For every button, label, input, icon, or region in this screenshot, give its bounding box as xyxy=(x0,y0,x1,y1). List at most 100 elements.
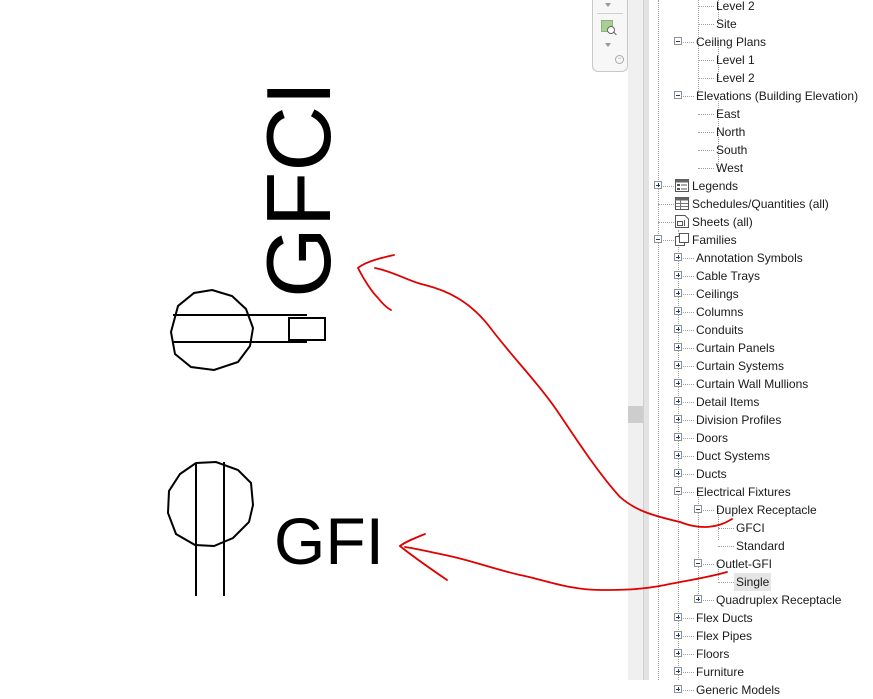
browser-item[interactable]: Quadruplex Receptacle xyxy=(649,591,873,609)
browser-item[interactable]: Level 1 xyxy=(649,51,873,69)
browser-item[interactable]: Floors xyxy=(649,645,873,663)
browser-item[interactable]: Cable Trays xyxy=(649,267,873,285)
tree-connector xyxy=(698,6,714,7)
browser-item[interactable]: Curtain Panels xyxy=(649,339,873,357)
scroll-down-arrow-icon[interactable] xyxy=(605,43,611,47)
collapse-icon[interactable] xyxy=(654,235,662,243)
expand-icon[interactable] xyxy=(674,667,682,675)
browser-item[interactable]: Duct Systems xyxy=(649,447,873,465)
expand-icon[interactable] xyxy=(674,685,682,693)
tree-connector xyxy=(683,474,694,475)
collapse-icon[interactable] xyxy=(694,505,702,513)
families-icon xyxy=(675,233,689,246)
browser-item[interactable]: Families xyxy=(649,231,873,249)
browser-item[interactable]: Curtain Wall Mullions xyxy=(649,375,873,393)
browser-item[interactable]: Outlet-GFI xyxy=(649,555,873,573)
browser-item[interactable]: Columns xyxy=(649,303,873,321)
browser-item[interactable]: North xyxy=(649,123,873,141)
browser-item[interactable]: Duplex Receptacle xyxy=(649,501,873,519)
tree-connector xyxy=(683,384,694,385)
browser-item[interactable]: Annotation Symbols xyxy=(649,249,873,267)
tree-connector xyxy=(683,690,694,691)
gfci-receptacle-circle[interactable] xyxy=(169,288,255,372)
browser-item[interactable]: Furniture xyxy=(649,663,873,681)
expand-icon[interactable] xyxy=(674,361,682,369)
browser-item[interactable]: Doors xyxy=(649,429,873,447)
scrollbar-thumb[interactable] xyxy=(628,406,643,423)
tree-connector xyxy=(683,492,694,493)
tree-connector xyxy=(683,636,694,637)
tree-connector xyxy=(698,132,714,133)
expand-icon[interactable] xyxy=(674,433,682,441)
expand-icon[interactable] xyxy=(694,595,702,603)
collapse-icon[interactable] xyxy=(674,91,682,99)
expand-icon[interactable] xyxy=(674,289,682,297)
minimize-icon[interactable]: − xyxy=(615,55,624,64)
browser-item[interactable]: Flex Pipes xyxy=(649,627,873,645)
expand-icon[interactable] xyxy=(674,379,682,387)
tree-connector xyxy=(683,618,694,619)
drawing-canvas[interactable]: GFCI GFI − xyxy=(0,0,628,680)
browser-item-label: Columns xyxy=(696,305,744,319)
magnifier-handle-icon xyxy=(613,31,617,36)
expand-icon[interactable] xyxy=(654,181,662,189)
tree-connector xyxy=(683,258,694,259)
browser-item[interactable]: Level 2 xyxy=(649,69,873,87)
browser-item[interactable]: Ducts xyxy=(649,465,873,483)
gfi-outlet-circle[interactable] xyxy=(166,460,255,548)
collapse-icon[interactable] xyxy=(694,559,702,567)
browser-item[interactable]: Generic Models xyxy=(649,681,873,699)
browser-item[interactable]: Standard xyxy=(649,537,873,555)
expand-icon[interactable] xyxy=(674,271,682,279)
browser-item[interactable]: Detail Items xyxy=(649,393,873,411)
browser-item-label: Cable Trays xyxy=(696,269,761,283)
expand-icon[interactable] xyxy=(674,325,682,333)
browser-item[interactable]: West xyxy=(649,159,873,177)
scroll-down-arrow-icon[interactable] xyxy=(605,3,611,7)
tree-connector xyxy=(683,654,694,655)
browser-item[interactable]: Flex Ducts xyxy=(649,609,873,627)
browser-item-label: Division Profiles xyxy=(696,413,782,427)
browser-item[interactable]: Legends xyxy=(649,177,873,195)
collapse-icon[interactable] xyxy=(674,37,682,45)
tree-connector xyxy=(683,420,694,421)
gfci-tag-text[interactable]: GFCI xyxy=(249,81,350,298)
browser-item[interactable]: Ceiling Plans xyxy=(649,33,873,51)
tree-connector xyxy=(698,150,714,151)
browser-item[interactable]: Schedules/Quantities (all) xyxy=(649,195,873,213)
browser-item[interactable]: East xyxy=(649,105,873,123)
expand-icon[interactable] xyxy=(674,451,682,459)
browser-item[interactable]: Electrical Fixtures xyxy=(649,483,873,501)
expand-icon[interactable] xyxy=(674,307,682,315)
browser-item-label: Annotation Symbols xyxy=(696,251,803,265)
project-browser: Level 2 Site Ceiling Plans Level 1 Level 2 El… xyxy=(649,0,873,697)
gfi-tag-text[interactable]: GFI xyxy=(274,504,384,578)
expand-icon[interactable] xyxy=(674,253,682,261)
expand-icon[interactable] xyxy=(674,469,682,477)
browser-item[interactable]: Sheets (all) xyxy=(649,213,873,231)
legends-icon xyxy=(675,179,689,192)
tree-connector xyxy=(718,546,734,547)
tree-connector xyxy=(703,600,714,601)
browser-item[interactable]: Conduits xyxy=(649,321,873,339)
browser-item[interactable]: Curtain Systems xyxy=(649,357,873,375)
browser-item[interactable]: Single xyxy=(649,573,873,591)
collapse-icon[interactable] xyxy=(674,487,682,495)
browser-item[interactable]: Division Profiles xyxy=(649,411,873,429)
browser-item[interactable]: GFCI xyxy=(649,519,873,537)
expand-icon[interactable] xyxy=(674,631,682,639)
expand-icon[interactable] xyxy=(674,613,682,621)
browser-item[interactable]: Level 2 xyxy=(649,0,873,15)
drawing-svg: GFCI GFI xyxy=(166,81,384,596)
browser-item-label: Curtain Systems xyxy=(696,359,785,373)
expand-icon[interactable] xyxy=(674,415,682,423)
browser-item[interactable]: Elevations (Building Elevation) xyxy=(649,87,873,105)
expand-icon[interactable] xyxy=(674,649,682,657)
expand-icon[interactable] xyxy=(674,343,682,351)
expand-icon[interactable] xyxy=(674,397,682,405)
browser-item[interactable]: Site xyxy=(649,15,873,33)
canvas-vertical-scrollbar[interactable] xyxy=(628,0,643,680)
browser-item-label: Ceilings xyxy=(696,287,739,301)
browser-item[interactable]: Ceilings xyxy=(649,285,873,303)
browser-item[interactable]: South xyxy=(649,141,873,159)
